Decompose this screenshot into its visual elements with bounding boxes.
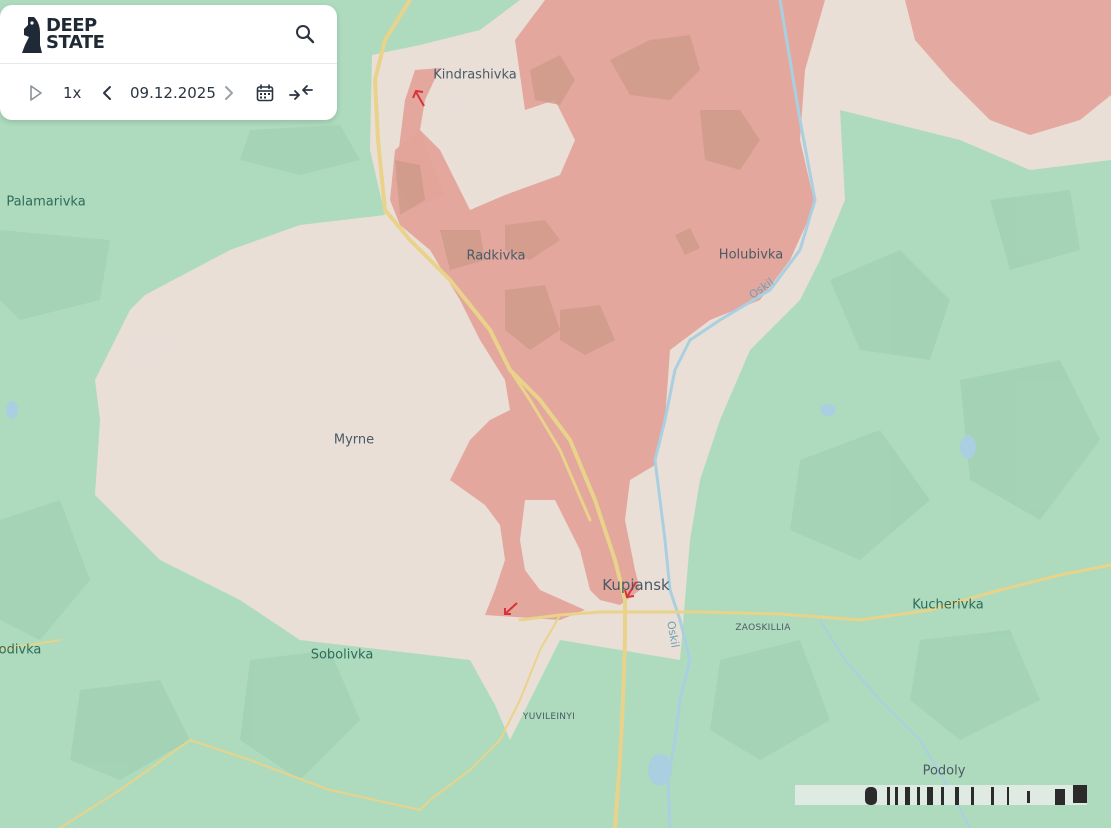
label-myrne: Myrne [333,432,375,448]
search-icon [296,25,315,44]
label-holubivka: Holubivka [718,247,784,263]
label-odivka: odivka [0,642,42,658]
label-kucherivka: Kucherivka [912,597,984,613]
collapse-arrows-icon [289,85,313,100]
label-kupiansk: Kupiansk [602,576,670,594]
play-button[interactable] [26,83,46,103]
attribution-strip [795,785,1087,805]
label-palamarivka: Palamarivka [6,194,86,210]
play-icon [30,85,42,101]
label-podoly: Podoly [922,763,966,779]
label-sobolivka: Sobolivka [310,647,374,663]
previous-date-button[interactable] [98,83,116,103]
knight-chess-icon [22,17,42,53]
deepstate-logo[interactable]: DEEP STATE [22,15,105,53]
label-yuvileinyi: YUVILEINYI [522,712,576,722]
control-panel: DEEP STATE 1x 09.12.2025 [0,5,337,120]
calendar-button[interactable] [254,82,276,104]
label-kindrashivka: Kindrashivka [433,67,517,83]
calendar-icon [256,84,274,102]
current-date[interactable]: 09.12.2025 [130,84,216,102]
speed-selector[interactable]: 1x [63,84,81,102]
chevron-right-icon [225,86,233,100]
search-button[interactable] [292,21,318,47]
logo-line2: STATE [46,32,105,53]
chevron-left-icon [103,86,111,100]
label-radkivka: Radkivka [466,248,526,264]
panel-header: DEEP STATE [0,5,337,64]
compare-button[interactable] [288,81,314,105]
next-date-button[interactable] [220,83,238,103]
map-canvas[interactable] [0,0,1111,828]
label-zaoskillia: ZAOSKILLIA [735,623,791,633]
